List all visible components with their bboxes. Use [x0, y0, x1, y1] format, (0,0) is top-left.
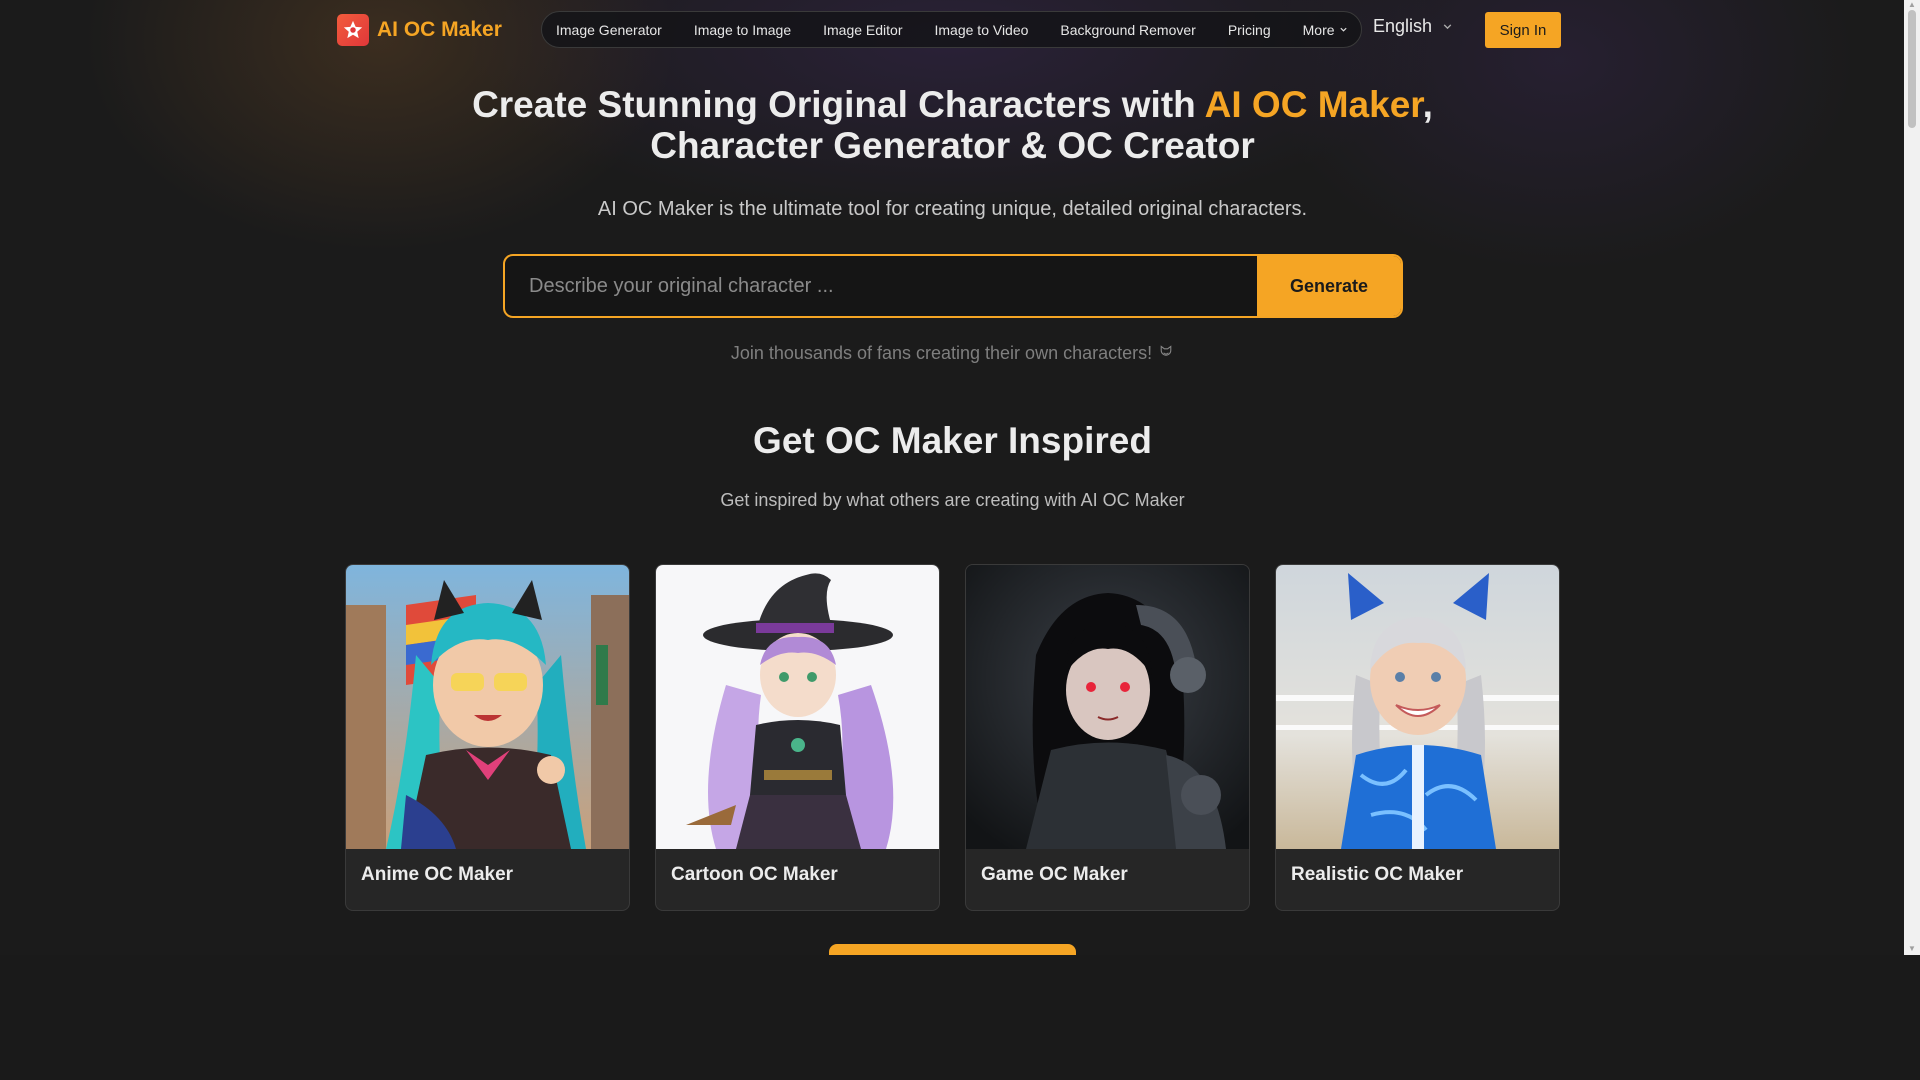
sign-in-button[interactable]: Sign In — [1485, 12, 1561, 48]
main-nav: Image Generator Image to Image Image Edi… — [541, 11, 1362, 48]
card-label: Realistic OC Maker — [1291, 864, 1464, 885]
cartoon-character-image — [656, 565, 939, 849]
hero-title-part1: Create Stunning Original Characters with — [472, 84, 1205, 125]
nav-more-dropdown[interactable]: More — [1303, 22, 1348, 38]
hero-title-accent: AI OC Maker — [1204, 84, 1423, 125]
page: AI OC Maker Image Generator Image to Ima… — [0, 0, 1904, 955]
join-text: Join thousands of fans creating their ow… — [460, 343, 1445, 365]
anime-character-image — [346, 565, 629, 849]
scroll-down-arrow-icon[interactable]: ▼ — [1908, 945, 1916, 953]
nav-image-to-video[interactable]: Image to Video — [935, 22, 1029, 38]
language-selector[interactable]: English — [1373, 16, 1453, 37]
nav-background-remover[interactable]: Background Remover — [1060, 22, 1195, 38]
realistic-character-image — [1276, 565, 1559, 849]
generate-button[interactable]: Generate — [1257, 256, 1401, 316]
language-label: English — [1373, 16, 1433, 36]
card-game-oc-maker[interactable]: Game OC Maker — [965, 564, 1250, 911]
card-anime-oc-maker[interactable]: Anime OC Maker — [345, 564, 630, 911]
join-text-label: Join thousands of fans creating their ow… — [730, 343, 1153, 363]
card-label: Game OC Maker — [981, 864, 1128, 885]
card-realistic-oc-maker[interactable]: Realistic OC Maker — [1275, 564, 1560, 911]
nav-more-label: More — [1302, 21, 1335, 38]
character-description-input[interactable] — [505, 256, 1257, 316]
character-prompt-bar: Generate — [503, 254, 1403, 318]
scroll-up-arrow-icon[interactable]: ▲ — [1908, 1, 1916, 9]
scrollbar-thumb[interactable] — [1908, 10, 1916, 128]
section-subtitle: Get inspired by what others are creating… — [720, 490, 1185, 510]
section-title: Get OC Maker Inspired — [753, 420, 1152, 461]
card-label: Anime OC Maker — [361, 864, 514, 885]
smiling-cat-icon — [1158, 344, 1174, 365]
site-logo[interactable]: AI OC Maker — [337, 14, 502, 46]
hero-subtitle: AI OC Maker is the ultimate tool for cre… — [597, 198, 1308, 220]
nav-pricing[interactable]: Pricing — [1228, 22, 1271, 38]
nav-image-generator[interactable]: Image Generator — [556, 22, 662, 38]
card-label: Cartoon OC Maker — [671, 864, 838, 885]
hero-title: Create Stunning Original Characters with… — [460, 84, 1445, 166]
nav-image-editor[interactable]: Image Editor — [823, 22, 902, 38]
blank-area — [0, 955, 1920, 1080]
logo-text: AI OC Maker — [377, 18, 502, 41]
vertical-scrollbar[interactable]: ▲ ▼ — [1904, 0, 1920, 955]
card-cartoon-oc-maker[interactable]: Cartoon OC Maker — [655, 564, 940, 911]
game-character-image — [966, 565, 1249, 849]
view-more-button[interactable] — [829, 944, 1076, 955]
chevron-down-icon — [1339, 27, 1347, 32]
chevron-down-icon — [1443, 24, 1452, 30]
nav-image-to-image[interactable]: Image to Image — [694, 22, 791, 38]
star-logo-icon — [337, 14, 369, 46]
